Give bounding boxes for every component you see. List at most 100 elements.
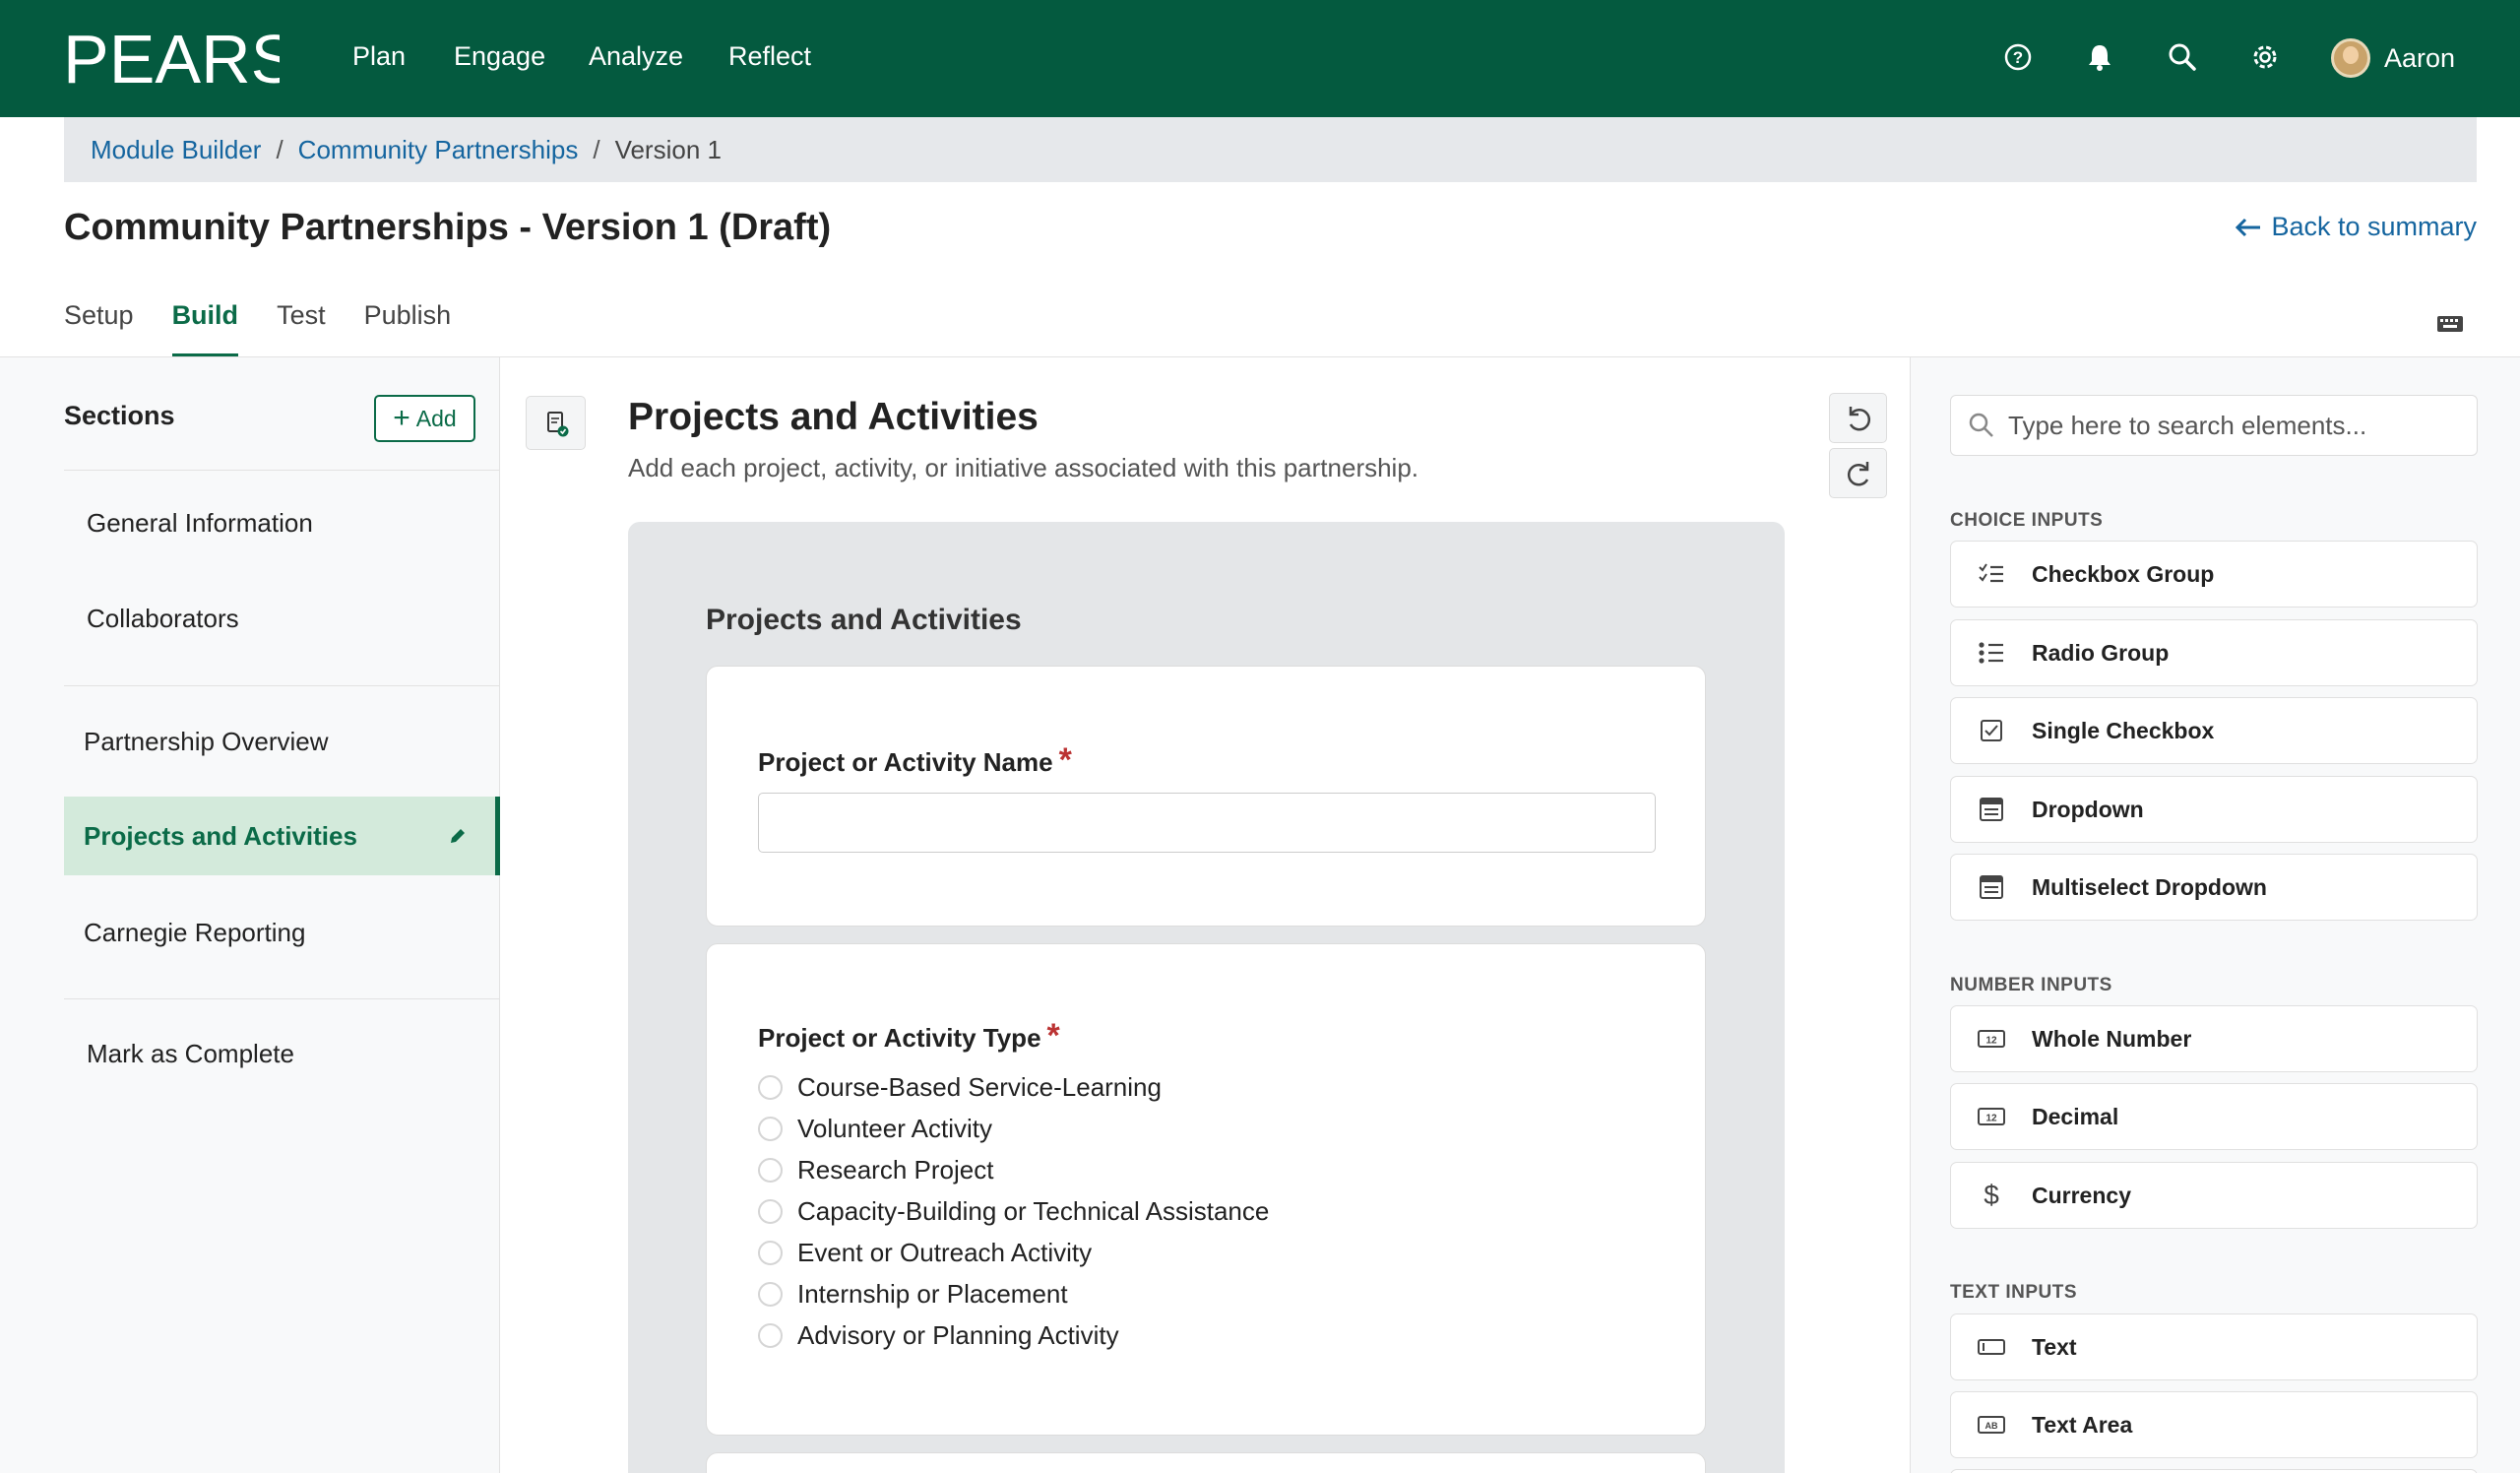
field-card-project-name[interactable]: Project or Activity Name * bbox=[706, 666, 1706, 927]
sidebar-item-general-information[interactable]: General Information bbox=[64, 483, 500, 562]
field-card-project-type[interactable]: Project or Activity Type * Course-Based S… bbox=[706, 943, 1706, 1436]
element-next[interactable] bbox=[1950, 1469, 2478, 1473]
checklist-icon bbox=[1979, 563, 2003, 583]
nav-reflect[interactable]: Reflect bbox=[728, 41, 811, 72]
element-checkbox-group[interactable]: Checkbox Group bbox=[1950, 541, 2478, 608]
sidebar-item-label: Collaborators bbox=[87, 603, 239, 633]
number-12-icon: 12 bbox=[1978, 1030, 2005, 1048]
divider bbox=[64, 998, 500, 999]
help-icon[interactable]: ? bbox=[2000, 39, 2036, 75]
sidebar-item-partnership-overview[interactable]: Partnership Overview bbox=[64, 702, 500, 781]
tab-build[interactable]: Build bbox=[171, 300, 238, 357]
element-search-input[interactable]: Type here to search elements... bbox=[1950, 395, 2478, 456]
radio-list-icon bbox=[1979, 642, 2003, 664]
radio-option[interactable]: Capacity-Building or Technical Assistanc… bbox=[758, 1196, 1269, 1227]
form-canvas: Projects and Activities Project or Activ… bbox=[628, 522, 1785, 1473]
radio-option[interactable]: Advisory or Planning Activity bbox=[758, 1320, 1119, 1351]
nav-plan[interactable]: Plan bbox=[352, 41, 406, 72]
sidebar-item-label: Projects and Activities bbox=[84, 820, 357, 851]
gear-icon[interactable] bbox=[2247, 39, 2283, 75]
radio-option[interactable]: Volunteer Activity bbox=[758, 1114, 992, 1144]
radio-button[interactable] bbox=[758, 1241, 783, 1265]
element-label: Dropdown bbox=[2032, 796, 2144, 822]
radio-button[interactable] bbox=[758, 1117, 783, 1141]
project-name-input[interactable] bbox=[758, 793, 1656, 853]
user-name: Aaron bbox=[2384, 42, 2456, 73]
element-multiselect-dropdown[interactable]: Multiselect Dropdown bbox=[1950, 854, 2478, 921]
sidebar-item-collaborators[interactable]: Collaborators bbox=[64, 579, 500, 658]
element-decimal[interactable]: 12 Decimal bbox=[1950, 1083, 2478, 1150]
elements-panel: Type here to search elements... CHOICE I… bbox=[1910, 357, 2520, 1473]
bell-icon[interactable] bbox=[2082, 39, 2117, 75]
dropdown-icon bbox=[1980, 798, 2003, 821]
multiselect-icon bbox=[1980, 875, 2003, 899]
nav-analyze[interactable]: Analyze bbox=[589, 41, 683, 72]
element-label: Text bbox=[2032, 1333, 2077, 1360]
element-radio-group[interactable]: Radio Group bbox=[1950, 619, 2478, 686]
canvas-section-title: Projects and Activities bbox=[706, 604, 1022, 636]
radio-option[interactable]: Internship or Placement bbox=[758, 1279, 1068, 1310]
element-label: Whole Number bbox=[2032, 1025, 2192, 1052]
redo-icon bbox=[1847, 462, 1869, 486]
breadcrumb-module-builder[interactable]: Module Builder bbox=[91, 135, 261, 165]
sidebar-item-projects-and-activities[interactable]: Projects and Activities bbox=[64, 797, 500, 875]
sidebar-item-label: Partnership Overview bbox=[84, 726, 329, 756]
undo-button[interactable] bbox=[1829, 393, 1887, 443]
add-section-button[interactable]: + Add bbox=[374, 395, 475, 442]
builder-tabs: Setup Build Test Publish bbox=[64, 300, 451, 357]
breadcrumb-separator: / bbox=[593, 134, 600, 164]
page-title: Community Partnerships - Version 1 (Draf… bbox=[64, 207, 832, 248]
breadcrumb-community-partnerships[interactable]: Community Partnerships bbox=[298, 135, 579, 165]
element-text-area[interactable]: AB Text Area bbox=[1950, 1391, 2478, 1458]
radio-button[interactable] bbox=[758, 1158, 783, 1183]
radio-option[interactable]: Course-Based Service-Learning bbox=[758, 1072, 1162, 1103]
field-label: Project or Activity Type * bbox=[758, 1017, 1060, 1055]
element-label: Radio Group bbox=[2032, 639, 2170, 666]
user-menu[interactable]: Aaron bbox=[2331, 38, 2455, 78]
text-input-icon bbox=[1978, 1339, 2005, 1355]
nav-engage[interactable]: Engage bbox=[454, 41, 545, 72]
radio-option[interactable]: Research Project bbox=[758, 1155, 993, 1185]
document-check-icon bbox=[547, 412, 569, 437]
sidebar-item-mark-as-complete[interactable]: Mark as Complete bbox=[64, 1014, 500, 1093]
radio-button[interactable] bbox=[758, 1282, 783, 1307]
redo-button[interactable] bbox=[1829, 448, 1887, 498]
breadcrumb: Module Builder / Community Partnerships … bbox=[64, 117, 2477, 182]
radio-button[interactable] bbox=[758, 1199, 783, 1224]
element-label: Currency bbox=[2032, 1182, 2131, 1208]
divider bbox=[64, 470, 500, 471]
group-label-number-inputs: NUMBER INPUTS bbox=[1950, 975, 2112, 995]
sidebar-item-label: Mark as Complete bbox=[87, 1038, 294, 1068]
svg-text:12: 12 bbox=[1985, 1036, 1997, 1047]
sidebar-item-carnegie-reporting[interactable]: Carnegie Reporting bbox=[64, 893, 500, 972]
pears-logo[interactable]: PEARS bbox=[63, 24, 280, 93]
search-icon bbox=[1969, 413, 1993, 437]
element-dropdown[interactable]: Dropdown bbox=[1950, 776, 2478, 843]
element-text[interactable]: Text bbox=[1950, 1313, 2478, 1380]
radio-option[interactable]: Event or Outreach Activity bbox=[758, 1238, 1092, 1268]
checkbox-icon bbox=[1981, 720, 2002, 741]
element-currency[interactable]: $ Currency bbox=[1950, 1162, 2478, 1229]
required-asterisk: * bbox=[1058, 741, 1072, 779]
section-description: Add each project, activity, or initiativ… bbox=[628, 453, 1419, 482]
group-label-choice-inputs: CHOICE INPUTS bbox=[1950, 510, 2104, 531]
element-whole-number[interactable]: 12 Whole Number bbox=[1950, 1005, 2478, 1072]
back-to-summary-link[interactable]: Back to summary bbox=[2234, 212, 2477, 242]
radio-button[interactable] bbox=[758, 1075, 783, 1100]
tab-test[interactable]: Test bbox=[277, 300, 326, 357]
radio-button[interactable] bbox=[758, 1323, 783, 1348]
section-title: Projects and Activities bbox=[628, 396, 1039, 438]
plus-icon: + bbox=[393, 402, 410, 434]
field-card-next[interactable] bbox=[706, 1452, 1706, 1473]
svg-text:?: ? bbox=[2013, 48, 2023, 67]
search-icon[interactable] bbox=[2165, 39, 2200, 75]
tab-setup[interactable]: Setup bbox=[64, 300, 134, 357]
text-area-icon: AB bbox=[1978, 1416, 2005, 1434]
element-single-checkbox[interactable]: Single Checkbox bbox=[1950, 697, 2478, 764]
save-draft-button[interactable] bbox=[526, 396, 586, 450]
sections-sidebar: Sections + Add General Information Colla… bbox=[0, 357, 500, 1473]
keyboard-icon[interactable] bbox=[2435, 311, 2465, 337]
pencil-icon[interactable] bbox=[448, 826, 468, 846]
search-placeholder: Type here to search elements... bbox=[2008, 410, 2367, 440]
tab-publish[interactable]: Publish bbox=[364, 300, 452, 357]
